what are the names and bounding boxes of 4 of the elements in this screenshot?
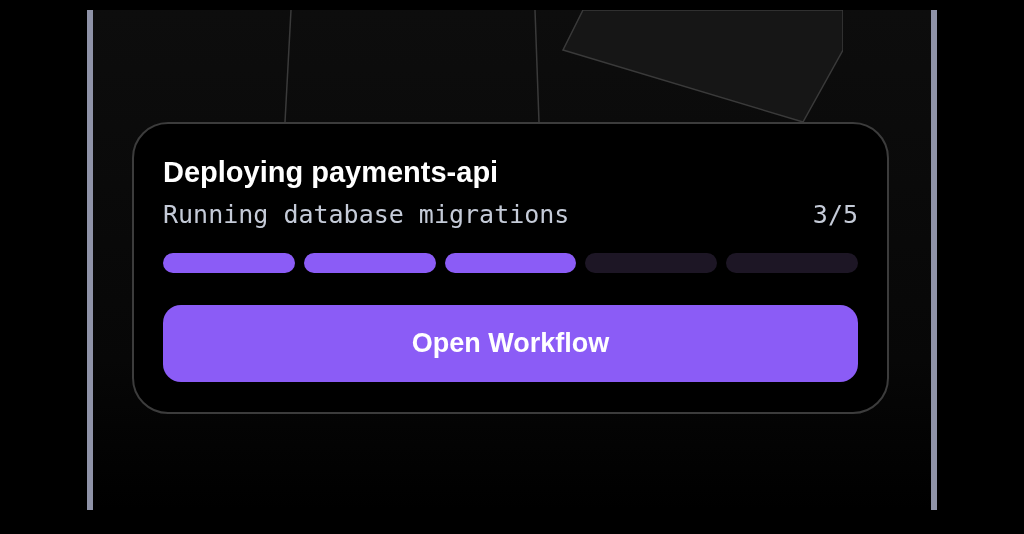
status-text: Running database migrations <box>163 199 570 231</box>
activity-title: Deploying payments-api <box>163 155 500 190</box>
open-workflow-button[interactable]: Open Workflow <box>163 305 858 382</box>
step-counter: 3/5 <box>812 199 858 231</box>
